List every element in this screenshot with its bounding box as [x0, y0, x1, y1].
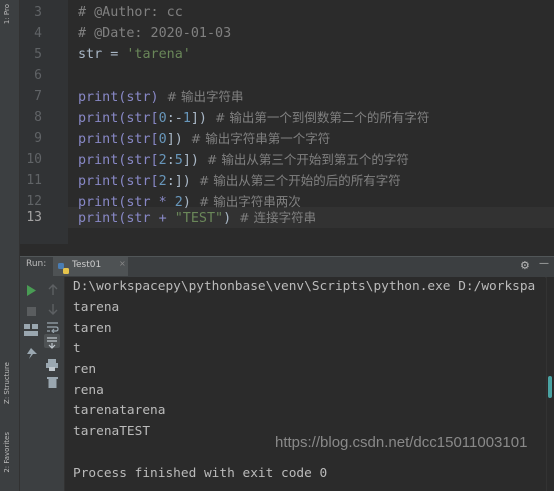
- project-tool-tab[interactable]: 1: Pro: [3, 4, 11, 24]
- console-scrollbar-thumb[interactable]: [548, 376, 552, 398]
- code-line[interactable]: print(str[2:]) # 输出从第三个开始的后的所有字符: [78, 170, 401, 192]
- line-number: 4: [34, 26, 42, 41]
- code-line[interactable]: # @Date: 2020-01-03: [78, 23, 231, 44]
- watermark: https://blog.csdn.net/dcc15011003101: [275, 434, 528, 451]
- rerun-icon[interactable]: [26, 281, 36, 300]
- left-tool-strip: 1: Pro Z: Structure 2: Favorites: [0, 0, 20, 491]
- run-tab-label: Test01: [72, 260, 102, 270]
- code-text: ]): [190, 111, 207, 126]
- code-comment: # 输出从第三个开始到第五个的字符: [198, 152, 409, 167]
- code-text: print(str[: [78, 132, 159, 147]
- scroll-down-icon[interactable]: [47, 300, 59, 319]
- scroll-up-icon[interactable]: [47, 281, 59, 300]
- code-number: 0: [158, 111, 167, 126]
- favorites-tool-tab[interactable]: 2: Favorites: [3, 432, 11, 473]
- stop-icon[interactable]: [27, 301, 36, 320]
- code-string: "TEST": [174, 211, 224, 226]
- code-line[interactable]: str = 'tarena': [78, 44, 191, 65]
- code-text: ): [223, 211, 232, 226]
- code-comment: # 连接字符串: [231, 210, 317, 225]
- code-comment: # 输出字符串第一个字符: [182, 131, 331, 146]
- minimize-icon[interactable]: —: [539, 258, 549, 269]
- line-number-current: 13: [26, 210, 42, 225]
- line-number: 11: [26, 173, 42, 188]
- code-text: print(str +: [78, 211, 175, 226]
- console-line: tarenaTEST: [73, 424, 151, 439]
- code-comment: # 输出第一个到倒数第二个的所有字符: [207, 110, 430, 125]
- code-text: ]): [182, 153, 199, 168]
- python-icon: [58, 259, 69, 274]
- code-number: 0: [158, 132, 167, 147]
- code-text: print(str[: [78, 174, 159, 189]
- code-text: str =: [78, 47, 127, 62]
- code-number: 1: [182, 111, 191, 126]
- line-number: 8: [34, 110, 42, 125]
- trash-icon[interactable]: [47, 373, 58, 392]
- code-text: :-: [166, 111, 183, 126]
- structure-tool-tab[interactable]: Z: Structure: [3, 362, 11, 404]
- code-number: 5: [174, 153, 183, 168]
- layout-icon[interactable]: [24, 321, 38, 340]
- code-number: 2: [158, 153, 167, 168]
- code-line[interactable]: print(str[2:5]) # 输出从第三个开始到第五个的字符: [78, 149, 409, 171]
- scroll-to-end-icon[interactable]: [44, 334, 60, 349]
- code-comment: # @Author: cc: [78, 5, 183, 20]
- console-line: t: [73, 341, 81, 356]
- console-line: D:\workspacepy\pythonbase\venv\Scripts\p…: [73, 279, 536, 294]
- line-number: 9: [34, 131, 42, 146]
- line-number: 5: [34, 47, 42, 62]
- code-line[interactable]: print(str) # 输出字符串: [78, 86, 244, 108]
- line-number: 7: [34, 89, 42, 104]
- code-text: print(str[: [78, 153, 159, 168]
- console-output[interactable]: [65, 277, 545, 491]
- code-comment: # 输出字符串: [158, 89, 244, 104]
- code-line[interactable]: # @Author: cc: [78, 2, 183, 23]
- code-text: ]): [166, 132, 183, 147]
- console-line: tarena: [73, 300, 120, 315]
- code-text: print(str[: [78, 111, 159, 126]
- code-text: :: [166, 153, 175, 168]
- console-line: taren: [73, 321, 112, 336]
- line-number: 6: [34, 68, 42, 83]
- console-line: Process finished with exit code 0: [73, 466, 328, 481]
- gear-icon[interactable]: ⚙: [520, 259, 530, 272]
- code-text: :]): [166, 174, 191, 189]
- code-text: print(str): [78, 90, 159, 105]
- code-comment: # @Date: 2020-01-03: [78, 26, 232, 41]
- code-line-current[interactable]: print(str + "TEST") # 连接字符串: [78, 207, 316, 229]
- code-string: 'tarena': [126, 47, 191, 62]
- console-line: ren: [73, 362, 97, 377]
- console-line: tarenatarena: [73, 403, 166, 418]
- code-line[interactable]: print(str[0]) # 输出字符串第一个字符: [78, 128, 330, 150]
- code-line[interactable]: print(str[0:-1]) # 输出第一个到倒数第二个的所有字符: [78, 107, 429, 129]
- pin-icon[interactable]: [25, 345, 37, 364]
- run-label: Run:: [26, 259, 47, 269]
- line-number: 3: [34, 5, 42, 20]
- console-line: rena: [73, 383, 104, 398]
- editor-bottom-margin: [20, 244, 554, 256]
- code-number: 2: [158, 174, 167, 189]
- close-icon[interactable]: ×: [119, 259, 126, 268]
- code-comment: # 输出从第三个开始的后的所有字符: [190, 173, 401, 188]
- line-number: 10: [26, 152, 42, 167]
